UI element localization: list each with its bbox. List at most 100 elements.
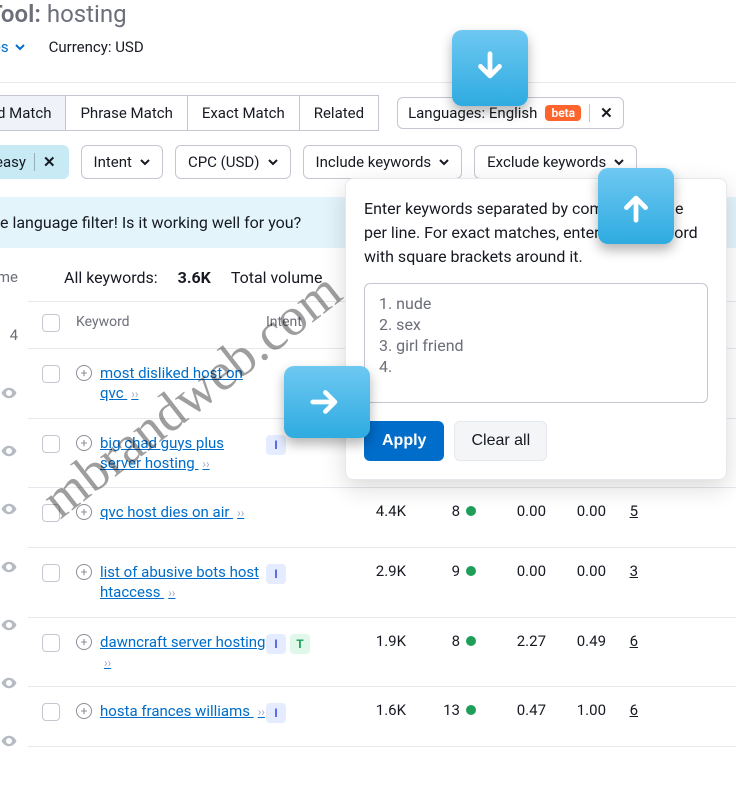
row-stat: 9	[0, 500, 18, 518]
keyword-link[interactable]: dawncraft server hosting ››	[100, 632, 266, 673]
intent-badge-I: I	[266, 634, 286, 654]
filter-intent[interactable]: Intent	[81, 145, 163, 179]
all-keywords-count: 3.6K	[178, 268, 211, 287]
language-filter-pill[interactable]: Languages: English beta ✕	[397, 97, 624, 129]
exclude-help-text: Enter keywords separated by commas or on…	[364, 197, 708, 269]
tab-phrase-match[interactable]: Phrase Match	[66, 95, 187, 131]
page-title: Tool: hosting	[0, 0, 736, 28]
volume-cell: 1.6K	[336, 701, 406, 719]
row-checkbox[interactable]	[42, 703, 60, 721]
remove-kd-filter-button[interactable]: ✕	[34, 153, 56, 171]
intent-badge-I: I	[266, 564, 286, 584]
expand-icon[interactable]: +	[76, 365, 92, 381]
chevron-right-icon: ››	[202, 457, 209, 471]
intent-cell: IT	[266, 632, 336, 654]
cpc-cell: 0.00	[476, 502, 546, 520]
row-checkbox[interactable]	[42, 564, 60, 582]
serp-link[interactable]: 5	[606, 502, 646, 520]
kd-cell: 13	[406, 701, 476, 719]
kd-cell: 9	[406, 562, 476, 580]
row-checkbox[interactable]	[42, 365, 60, 383]
table-row: + dawncraft server hosting ›› IT 1.9K 8 …	[28, 618, 736, 688]
select-all-checkbox[interactable]	[42, 314, 60, 332]
language-filter-label: Languages: English	[408, 104, 537, 122]
exclude-keyword-line: 3. girl friend	[379, 336, 693, 355]
chevron-down-icon	[15, 42, 25, 52]
intent-cell	[266, 363, 336, 365]
row-stat: 6	[0, 732, 18, 750]
chevron-right-icon: ››	[258, 705, 265, 719]
keyword-link[interactable]: hosta frances williams ››	[100, 701, 265, 721]
row-stat: 8	[0, 616, 18, 634]
intent-badge-I: I	[266, 435, 286, 455]
keyword-link[interactable]: big chad guys plus server hosting ››	[100, 433, 266, 474]
kd-cell: 8	[406, 502, 476, 520]
expand-icon[interactable]: +	[76, 634, 92, 650]
serp-link[interactable]: 6	[606, 632, 646, 650]
match-tabs: d Match Phrase Match Exact Match Related…	[0, 95, 736, 131]
currency-label: Currency: USD	[49, 38, 144, 56]
column-intent[interactable]: Intent	[266, 314, 336, 336]
keyword-link[interactable]: qvc host dies on air ››	[100, 502, 244, 522]
side-group-label: me	[0, 268, 18, 286]
filter-kd-easy[interactable]: easy ✕	[0, 145, 69, 179]
cpc-cell: 2.27	[476, 632, 546, 650]
eye-icon	[0, 442, 18, 460]
row-stat: 3	[0, 384, 18, 402]
eye-icon	[0, 674, 18, 692]
intent-cell: I	[266, 701, 336, 723]
table-row: + hosta frances williams ›› I 1.6K 13 0.…	[28, 687, 736, 747]
kd-dot-icon	[466, 705, 476, 715]
competition-cell: 1.00	[546, 701, 606, 719]
serp-link[interactable]: 6	[606, 701, 646, 719]
exclude-keyword-line: 1. nude	[379, 294, 693, 313]
competition-cell: 0.00	[546, 502, 606, 520]
divider	[0, 82, 736, 83]
eye-icon	[0, 558, 18, 576]
expand-icon[interactable]: +	[76, 435, 92, 451]
intent-cell: I	[266, 433, 336, 455]
table-row: + list of abusive bots host htaccess ›› …	[28, 548, 736, 618]
row-stat: 5	[0, 442, 18, 460]
filters-row: easy ✕ Intent CPC (USD) Include keywords…	[0, 145, 736, 179]
tab-broad-match[interactable]: d Match	[0, 95, 66, 131]
row-stat: 7	[0, 558, 18, 576]
eye-icon	[0, 384, 18, 402]
serp-link[interactable]: 3	[606, 562, 646, 580]
filter-include-keywords[interactable]: Include keywords	[303, 145, 463, 179]
tab-exact-match[interactable]: Exact Match	[188, 95, 300, 131]
chevron-right-icon: ››	[168, 586, 175, 600]
volume-cell: 1.9K	[336, 632, 406, 650]
kd-dot-icon	[466, 636, 476, 646]
clear-all-button[interactable]: Clear all	[454, 421, 547, 461]
keyword-link[interactable]: most disliked host on qvc ››	[100, 363, 266, 404]
kd-dot-icon	[466, 566, 476, 576]
row-checkbox[interactable]	[42, 435, 60, 453]
tool-label: Tool:	[0, 0, 41, 28]
eye-icon	[0, 732, 18, 750]
database-dropdown[interactable]: tes	[0, 38, 25, 56]
row-stat: 5	[0, 674, 18, 692]
competition-cell: 0.00	[546, 562, 606, 580]
filter-cpc[interactable]: CPC (USD)	[175, 145, 291, 179]
intent-badge-T: T	[290, 634, 310, 654]
expand-icon[interactable]: +	[76, 564, 92, 580]
chevron-down-icon	[140, 157, 150, 167]
remove-language-filter-button[interactable]: ✕	[589, 104, 613, 122]
volume-cell: 4.4K	[336, 502, 406, 520]
chevron-right-icon: ››	[131, 387, 138, 401]
row-checkbox[interactable]	[42, 634, 60, 652]
table-row: + qvc host dies on air ›› 4.4K 8 0.00 0.…	[28, 488, 736, 548]
expand-icon[interactable]: +	[76, 703, 92, 719]
exclude-keywords-textarea[interactable]: 1. nude2. sex3. girl friend4.	[364, 283, 708, 403]
eye-icon	[0, 616, 18, 634]
column-keyword[interactable]: Keyword	[76, 314, 266, 336]
intent-cell: I	[266, 562, 336, 584]
row-checkbox[interactable]	[42, 504, 60, 522]
tab-related[interactable]: Related	[300, 95, 379, 131]
filter-exclude-keywords[interactable]: Exclude keywords	[474, 145, 637, 179]
exclude-keyword-line: 4.	[379, 357, 693, 376]
apply-button[interactable]: Apply	[364, 421, 444, 461]
keyword-link[interactable]: list of abusive bots host htaccess ››	[100, 562, 266, 603]
expand-icon[interactable]: +	[76, 504, 92, 520]
